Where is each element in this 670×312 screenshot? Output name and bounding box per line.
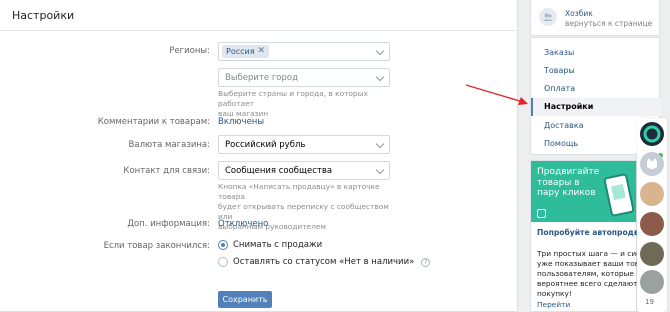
contact-select[interactable]: Сообщения сообщества <box>218 161 390 180</box>
promo-text-line: пользователям, которые <box>537 269 634 278</box>
promo-more-link[interactable]: Перейти <box>537 300 570 309</box>
remove-token-icon[interactable]: ✕ <box>258 47 266 56</box>
city-hint: Выберите страны и города, в которых рабо… <box>218 89 398 119</box>
promo-text: Три простых шага — и система уже показыв… <box>537 249 637 299</box>
save-button[interactable]: Сохранить <box>218 291 272 308</box>
regions-select[interactable]: Россия ✕ <box>218 42 390 61</box>
community-profile-card[interactable]: Хозбик вернуться к странице <box>530 0 660 36</box>
annotation-arrow <box>465 84 528 105</box>
radio-keep-label: Оставлять со статусом «Нет в наличии» <box>233 257 415 267</box>
radio-button[interactable] <box>218 257 228 267</box>
chat-avatar[interactable] <box>640 182 664 206</box>
promo-text-line: Три простых шага — и система <box>537 249 637 258</box>
menu-item-orders[interactable]: Заказы <box>531 44 661 62</box>
chevron-down-icon <box>375 139 385 149</box>
group-icon <box>543 13 553 21</box>
region-token-label: Россия <box>226 47 255 56</box>
chat-count[interactable]: 19 <box>645 298 654 306</box>
chevron-down-icon <box>375 46 385 56</box>
promo-banner[interactable]: Продвигайте товары в пару кликов <box>531 161 636 222</box>
dog-icon <box>647 158 657 169</box>
phone-illustration-icon <box>603 172 635 218</box>
city-hint-line: Выберите страны и города, в которых рабо… <box>218 89 368 108</box>
promo-text-line: покупку! <box>537 289 572 298</box>
help-icon[interactable]: ? <box>421 257 431 267</box>
chat-avatar[interactable] <box>640 212 664 236</box>
out-of-stock-label: Если товар закончился: <box>103 241 210 251</box>
community-name[interactable]: Хозбик <box>565 9 593 18</box>
city-placeholder: Выберите город <box>225 73 298 83</box>
radio-button-checked[interactable] <box>218 240 228 250</box>
chevron-down-icon <box>375 165 385 175</box>
chat-avatar[interactable] <box>640 152 664 176</box>
chat-avatar[interactable] <box>640 270 664 294</box>
promo-text-line: уже показывает ваши товары <box>537 259 637 268</box>
promo-ad[interactable]: Продвигайте товары в пару кликов Попробу… <box>530 160 637 312</box>
contact-label: Контакт для связи: <box>123 166 210 176</box>
currency-label: Валюта магазина: <box>128 140 210 150</box>
settings-panel: Настройки Регионы: Россия ✕ Выберите гор… <box>0 0 518 312</box>
menu-item-products[interactable]: Товары <box>531 62 661 80</box>
chat-sidebar: 19 <box>637 118 667 312</box>
currency-value: Российский рубль <box>225 140 306 150</box>
currency-select[interactable]: Российский рубль <box>218 135 390 154</box>
radio-keep-out-of-stock[interactable]: Оставлять со статусом «Нет в наличии» ? <box>218 257 431 267</box>
page: Настройки Регионы: Россия ✕ Выберите гор… <box>0 0 670 312</box>
menu-item-settings[interactable]: Настройки <box>531 98 661 116</box>
contact-value: Сообщения сообщества <box>225 166 333 176</box>
back-to-page-link[interactable]: вернуться к странице <box>565 19 652 28</box>
comments-toggle-link[interactable]: Включены <box>218 117 264 127</box>
regions-label: Регионы: <box>169 46 210 56</box>
comments-label: Комментарии к товарам: <box>97 117 210 127</box>
promo-title[interactable]: Попробуйте автопродвижение товаров <box>537 228 637 238</box>
extra-info-label: Доп. информация: <box>127 219 210 229</box>
region-token: Россия ✕ <box>222 45 270 58</box>
extra-info-toggle-link[interactable]: Отключено <box>218 219 268 229</box>
contact-hint-line: Кнопка «Написать продавцу» в карточке то… <box>218 182 380 201</box>
chevron-down-icon <box>375 72 385 82</box>
promo-text-line: вероятнее всего сделают <box>537 279 637 288</box>
chat-avatar[interactable] <box>640 122 664 146</box>
chat-avatar[interactable] <box>640 242 664 266</box>
page-title: Настройки <box>0 0 517 31</box>
city-select[interactable]: Выберите город <box>218 68 390 87</box>
shopping-bag-icon <box>537 209 546 218</box>
avatar[interactable] <box>539 8 557 26</box>
radio-remove-label: Снимать с продажи <box>233 240 323 250</box>
menu-item-payment[interactable]: Оплата <box>531 80 661 98</box>
promo-banner-text: Продвигайте товары в пару кликов <box>537 167 600 198</box>
chat-avatar-logo-icon <box>643 125 661 143</box>
radio-remove-from-sale[interactable]: Снимать с продажи <box>218 240 322 250</box>
